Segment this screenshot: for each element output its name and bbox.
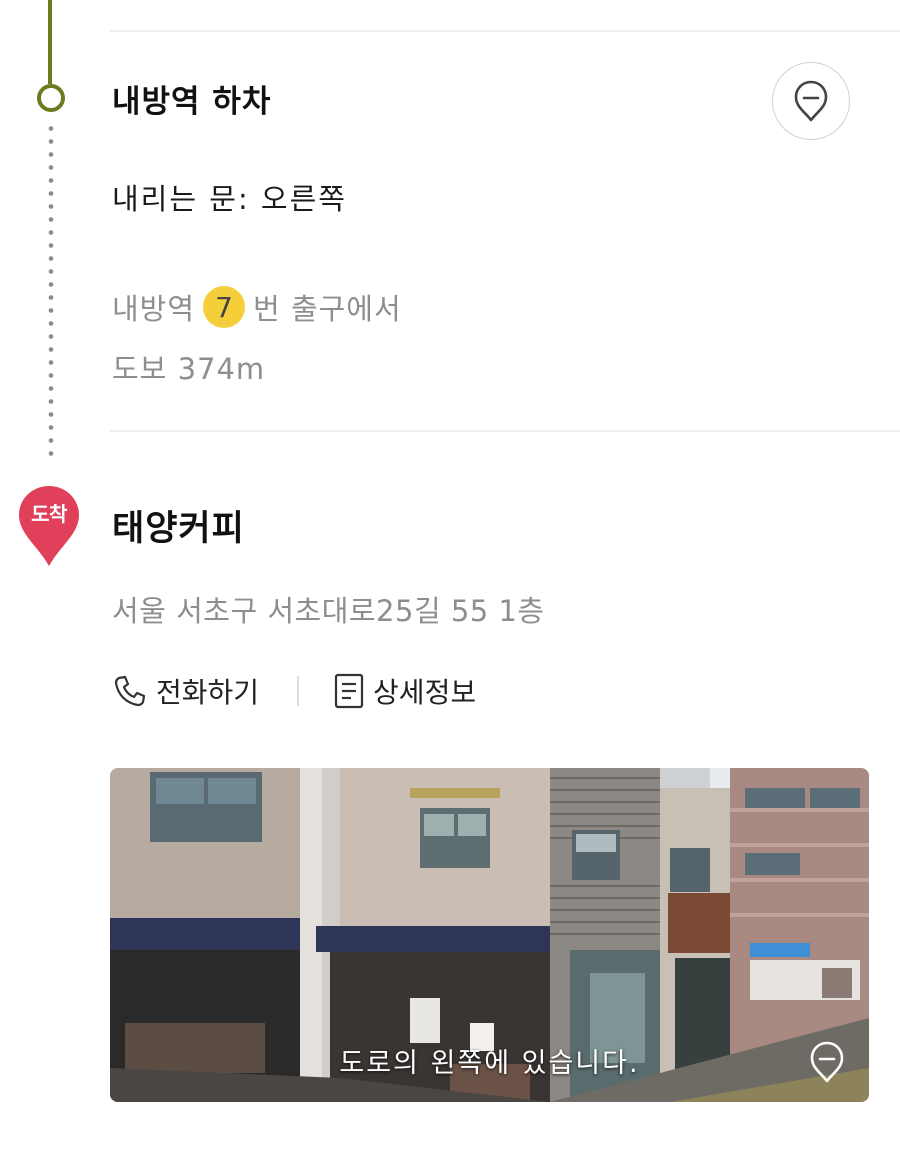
walking-path-dots (48, 122, 54, 462)
walk-distance: 도보 374m (112, 352, 266, 386)
map-view-button[interactable] (772, 62, 850, 140)
detail-info-label: 상세정보 (373, 676, 477, 709)
call-label: 전화하기 (156, 676, 260, 709)
timeline-stop-node (37, 84, 65, 112)
stop-title: 내방역 하차 (112, 84, 272, 120)
walk-exit-suffix: 번 출구에서 (253, 292, 402, 326)
route-timeline-line (48, 0, 52, 84)
walk-instruction: 내방역 7 번 출구에서 (112, 286, 402, 328)
photo-map-pin-button[interactable] (807, 1040, 847, 1084)
destination-actions: 전화하기 상세정보 (112, 670, 476, 712)
phone-icon (114, 675, 146, 707)
detail-info-button[interactable]: 상세정보 (333, 671, 476, 711)
call-button[interactable]: 전화하기 (112, 671, 259, 711)
exit-number-badge: 7 (203, 286, 246, 328)
destination-address: 서울 서초구 서초대로25길 55 1층 (112, 594, 545, 628)
photo-caption: 도로의 왼쪽에 있습니다. (339, 1048, 640, 1079)
map-pin-icon (810, 1041, 844, 1083)
divider (110, 430, 900, 432)
map-pin-icon (794, 80, 828, 122)
exit-door-info: 내리는 문: 오른쪽 (112, 182, 347, 216)
document-icon (334, 673, 364, 709)
walk-station: 내방역 (112, 292, 196, 326)
arrival-marker: 도착 (16, 484, 82, 568)
destination-title: 태양커피 (112, 509, 245, 549)
action-separator (297, 676, 300, 706)
street-view-photo[interactable]: 도로의 왼쪽에 있습니다. (110, 768, 869, 1102)
arrival-label: 도착 (31, 502, 67, 526)
divider (110, 30, 900, 32)
